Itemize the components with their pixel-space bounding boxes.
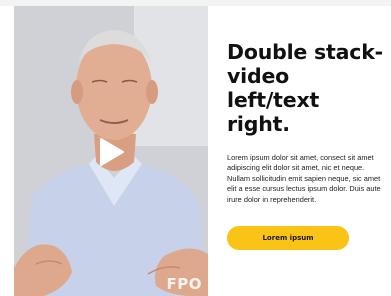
headline: Double stack-video left/text right. xyxy=(227,40,383,136)
body-paragraph: Lorem ipsum dolor sit amet, consect sit … xyxy=(227,153,381,204)
page: FPO Double stack-video left/text right. … xyxy=(0,0,391,296)
video-player[interactable]: FPO xyxy=(14,6,208,296)
cta-button[interactable]: Lorem ipsum xyxy=(227,226,349,250)
fpo-watermark: FPO xyxy=(166,275,202,293)
text-column: Double stack-video left/text right. Lore… xyxy=(227,40,385,205)
play-icon[interactable] xyxy=(99,137,125,167)
